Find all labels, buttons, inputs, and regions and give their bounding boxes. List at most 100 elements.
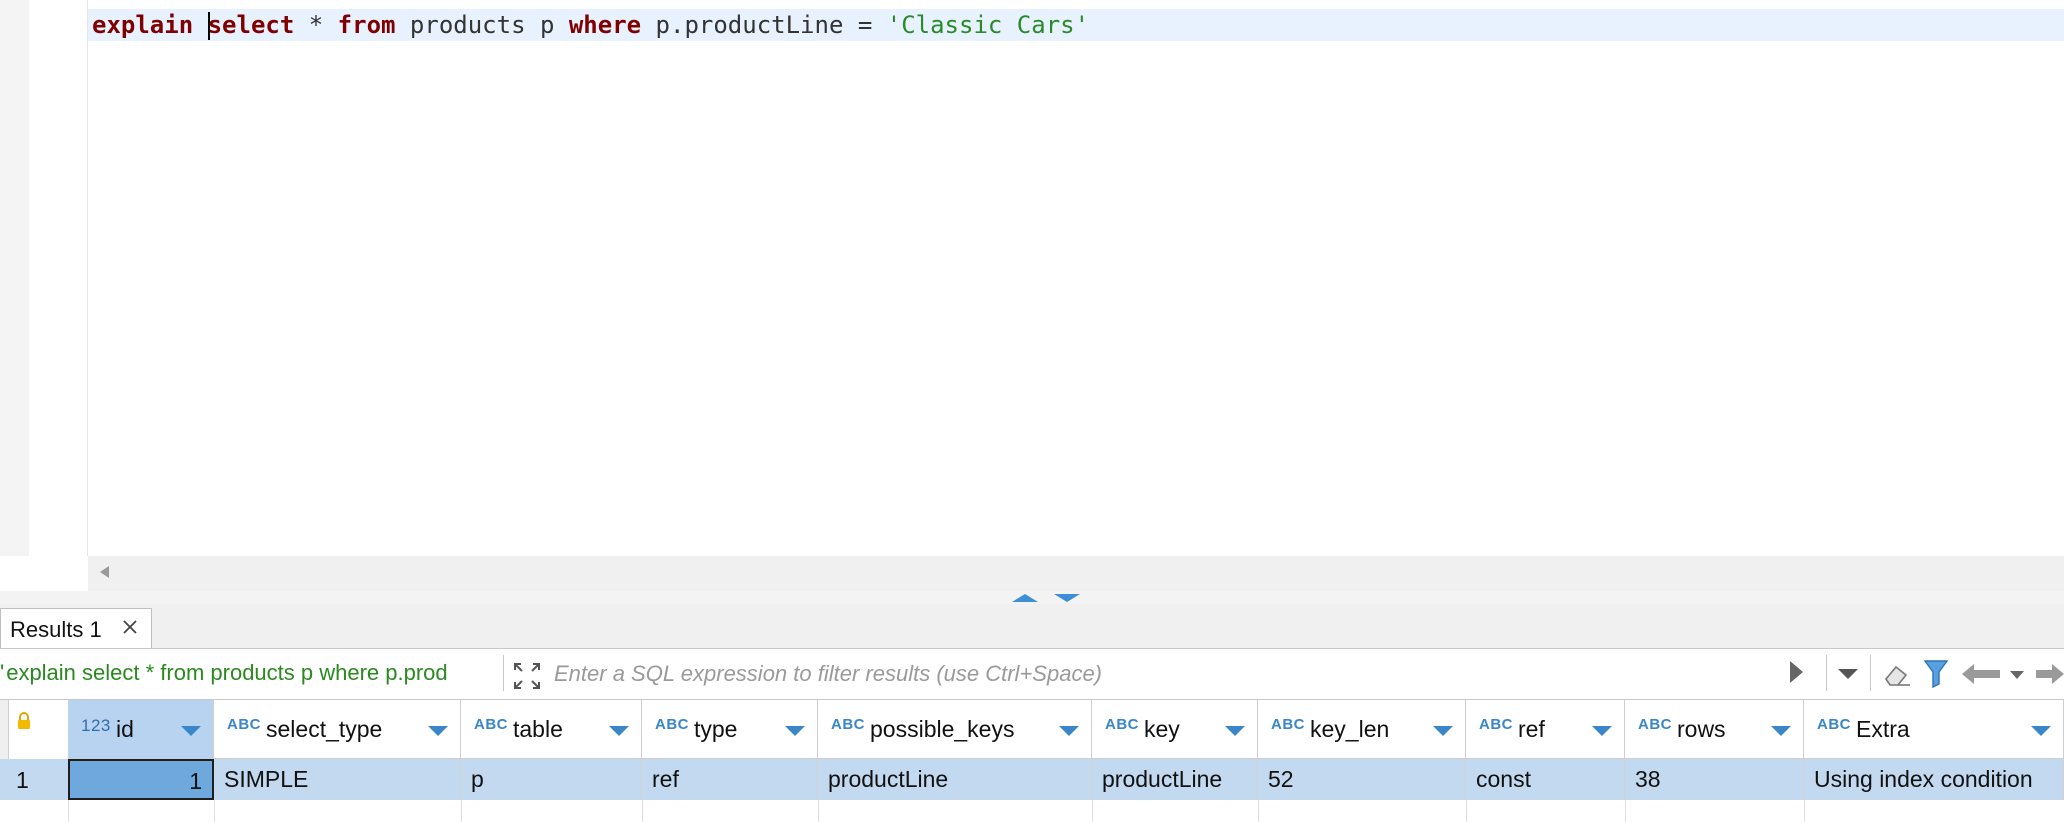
- column-header-label: select_type: [266, 716, 383, 742]
- column-header-type[interactable]: ABC type: [642, 700, 818, 759]
- close-icon[interactable]: [119, 616, 141, 638]
- column-header-label: id: [116, 716, 134, 742]
- editor-horizontal-scrollbar[interactable]: [88, 556, 2064, 591]
- grid-line: [1258, 800, 1259, 822]
- column-type-badge: ABC: [474, 716, 508, 733]
- column-header-extra[interactable]: ABC Extra: [1804, 700, 2064, 759]
- column-type-badge: ABC: [655, 716, 689, 733]
- back-arrow-icon[interactable]: [1960, 661, 2006, 687]
- sql-keyword: from: [337, 11, 396, 39]
- column-header-key[interactable]: ABC key: [1092, 700, 1258, 759]
- divider: [1826, 655, 1827, 691]
- sql-keyword: select: [207, 11, 295, 39]
- play-icon[interactable]: [1790, 661, 1803, 683]
- divider: [1870, 655, 1871, 691]
- sort-icon[interactable]: [181, 726, 201, 736]
- tab-label: Results 1: [10, 617, 102, 642]
- sql-text: p.productLine =: [641, 11, 887, 39]
- column-type-badge: 123: [81, 716, 111, 735]
- grid-line: [1625, 800, 1626, 822]
- cell-type[interactable]: ref: [642, 759, 818, 800]
- empty-grid-area: [0, 800, 2064, 822]
- chevron-down-icon[interactable]: [1838, 669, 1858, 679]
- scroll-left-arrow-icon[interactable]: [100, 566, 109, 578]
- row-number[interactable]: 1: [8, 759, 68, 800]
- table-row[interactable]: 1 1 SIMPLE p ref productLine productLine 52 con…: [0, 759, 2064, 800]
- sql-keyword: explain: [92, 11, 194, 39]
- sort-icon[interactable]: [785, 726, 805, 736]
- grid-line: [214, 800, 215, 822]
- column-header-id[interactable]: 123 id: [68, 700, 214, 759]
- column-type-badge: ABC: [1817, 716, 1851, 733]
- sort-icon[interactable]: [1059, 726, 1079, 736]
- sort-icon[interactable]: [1592, 726, 1612, 736]
- column-type-badge: ABC: [1479, 716, 1513, 733]
- grid-line: [1092, 800, 1093, 822]
- sort-icon[interactable]: [1771, 726, 1791, 736]
- results-filter-bar: explain select * from products p where p…: [0, 649, 2064, 700]
- sort-icon[interactable]: [609, 726, 629, 736]
- column-header-label: rows: [1677, 716, 1726, 742]
- grid-line: [1804, 800, 1805, 822]
- active-query-text: explain select * from products p where p…: [0, 660, 498, 686]
- grid-line: [818, 800, 819, 822]
- column-header-ref[interactable]: ABC ref: [1466, 700, 1625, 759]
- column-type-badge: ABC: [831, 716, 865, 733]
- editor-gutter: [0, 0, 29, 556]
- sort-icon[interactable]: [428, 726, 448, 736]
- cell-extra[interactable]: Using index condition: [1804, 759, 2064, 800]
- sql-text: *: [294, 11, 338, 39]
- sort-icon[interactable]: [2031, 726, 2051, 736]
- expand-icon[interactable]: [512, 661, 542, 691]
- lock-icon: [18, 712, 30, 729]
- column-header-label: key_len: [1310, 716, 1390, 742]
- filter-expression-input[interactable]: [552, 655, 1834, 693]
- sql-code-line[interactable]: explain select * from products p where p…: [92, 10, 1089, 40]
- column-header-possible-keys[interactable]: ABC possible_keys: [818, 700, 1092, 759]
- maximize-up-icon[interactable]: [1012, 594, 1038, 602]
- forward-arrow-icon[interactable]: [2036, 661, 2064, 687]
- panel-splitter[interactable]: [0, 591, 2064, 604]
- column-header-label: table: [513, 716, 563, 742]
- grid-line: [461, 800, 462, 822]
- column-type-badge: ABC: [227, 716, 261, 733]
- cell-id[interactable]: 1: [68, 759, 214, 800]
- column-type-badge: ABC: [1271, 716, 1305, 733]
- grid-line: [1466, 800, 1467, 822]
- column-header-label: ref: [1518, 716, 1545, 742]
- sql-keyword: where: [568, 11, 642, 39]
- grid-line: [642, 800, 643, 822]
- sql-editor[interactable]: explain select * from products p where p…: [0, 0, 2064, 556]
- grid-corner: [0, 700, 9, 759]
- divider: [503, 655, 504, 691]
- filter-icon[interactable]: [1922, 657, 1950, 689]
- cell-ref[interactable]: const: [1466, 759, 1625, 800]
- column-header-label: possible_keys: [870, 716, 1015, 742]
- column-header-select-type[interactable]: ABC select_type: [214, 700, 461, 759]
- cell-rows[interactable]: 38: [1625, 759, 1804, 800]
- sql-string-literal: 'Classic Cars': [886, 11, 1090, 39]
- eraser-icon[interactable]: [1882, 659, 1912, 689]
- column-type-badge: ABC: [1638, 716, 1672, 733]
- results-grid: 1 1 SIMPLE p ref productLine productLine 52 con…: [0, 700, 2064, 822]
- cell-table[interactable]: p: [461, 759, 642, 800]
- column-header-label: Extra: [1856, 716, 1910, 742]
- tab-results-1[interactable]: Results 1: [0, 608, 152, 648]
- sort-icon[interactable]: [1225, 726, 1245, 736]
- results-tab-bar: Results 1: [0, 604, 2064, 649]
- line-number-ruler: [29, 0, 88, 556]
- cell-key-len[interactable]: 52: [1258, 759, 1466, 800]
- column-header-label: key: [1144, 716, 1180, 742]
- minimize-down-icon[interactable]: [1054, 594, 1080, 602]
- sort-icon[interactable]: [1433, 726, 1453, 736]
- column-type-badge: ABC: [1105, 716, 1139, 733]
- column-header-rows[interactable]: ABC rows: [1625, 700, 1804, 759]
- cell-select-type[interactable]: SIMPLE: [214, 759, 461, 800]
- chevron-down-icon[interactable]: [2010, 671, 2024, 679]
- column-header-label: type: [694, 716, 738, 742]
- cell-possible-keys[interactable]: productLine: [818, 759, 1092, 800]
- column-header-table[interactable]: ABC table: [461, 700, 642, 759]
- column-header-key-len[interactable]: ABC key_len: [1258, 700, 1466, 759]
- cell-key[interactable]: productLine: [1092, 759, 1258, 800]
